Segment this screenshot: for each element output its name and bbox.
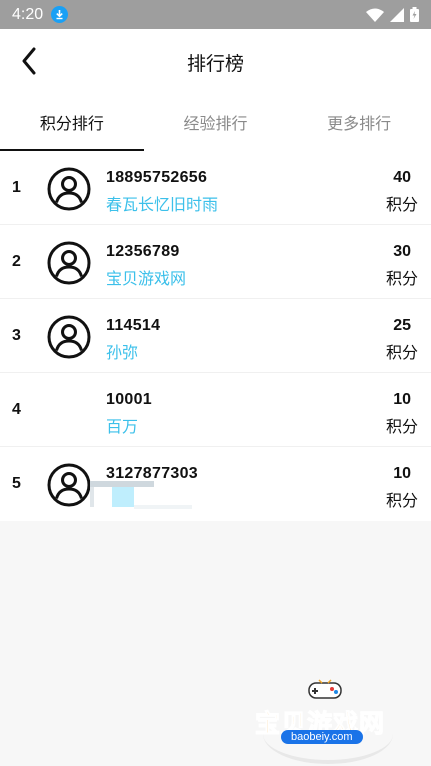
tab-experience-ranking[interactable]: 经验排行 (144, 93, 288, 151)
gamepad-icon (308, 679, 342, 699)
leaderboard-list: 1 18895752656 春瓦长忆旧时雨 40 积分 2 12356789 宝… (0, 151, 431, 521)
leaderboard-row[interactable]: 1 18895752656 春瓦长忆旧时雨 40 积分 (0, 151, 431, 225)
leaderboard-row[interactable]: 5 3127877303 10 积分 (0, 447, 431, 521)
score-unit: 积分 (385, 419, 418, 436)
leaderboard-row[interactable]: 2 12356789 宝贝游戏网 30 积分 (0, 225, 431, 299)
watermark-logo: 宝贝游戏网 baobeiy.com (253, 676, 403, 764)
score-value: 40 (393, 169, 411, 186)
status-bar: 4:20 (0, 0, 431, 29)
score-value: 30 (393, 243, 411, 260)
user-id: 114514 (106, 317, 161, 334)
battery-icon (410, 7, 419, 22)
page-title: 排行榜 (186, 54, 244, 75)
score-value: 10 (393, 391, 411, 408)
tab-bar: 积分排行 经验排行 更多排行 (0, 93, 431, 151)
tab-label: 积分排行 (39, 116, 104, 133)
blurred-nickname (90, 481, 192, 511)
score-unit: 积分 (385, 271, 418, 288)
app-header: 排行榜 (0, 29, 431, 93)
leaderboard-row[interactable]: 3 114514 孙弥 25 积分 (0, 299, 431, 373)
score-unit: 积分 (385, 493, 418, 510)
wifi-icon (366, 8, 384, 22)
status-time: 4:20 (12, 5, 44, 23)
score-value: 25 (393, 317, 411, 334)
user-id: 12356789 (106, 243, 180, 260)
user-nickname: 百万 (106, 419, 139, 436)
score-unit: 积分 (385, 197, 418, 214)
signal-icon (390, 7, 404, 22)
user-avatar-icon (47, 167, 91, 211)
rank-number: 3 (12, 327, 21, 344)
rank-number: 2 (12, 253, 21, 270)
rank-number: 1 (12, 179, 21, 196)
rank-number: 5 (12, 475, 21, 492)
user-id: 18895752656 (106, 169, 208, 186)
user-nickname: 春瓦长忆旧时雨 (106, 197, 219, 214)
download-icon (51, 6, 69, 23)
tab-more-ranking[interactable]: 更多排行 (287, 93, 431, 151)
user-avatar-icon (47, 463, 91, 507)
watermark-url: baobeiy.com (281, 730, 363, 744)
user-avatar-icon (47, 241, 91, 285)
rank-number: 4 (12, 401, 21, 418)
user-avatar-icon (47, 315, 91, 359)
score-value: 10 (393, 465, 411, 482)
score-unit: 积分 (385, 345, 418, 362)
status-icons (366, 7, 419, 22)
tab-label: 经验排行 (183, 116, 248, 133)
leaderboard-row[interactable]: 4 10001 百万 10 积分 (0, 373, 431, 447)
user-nickname: 孙弥 (106, 345, 139, 362)
user-nickname: 宝贝游戏网 (106, 271, 187, 288)
tab-label: 更多排行 (327, 116, 392, 133)
tab-points-ranking[interactable]: 积分排行 (0, 93, 144, 151)
user-id: 10001 (106, 391, 152, 408)
